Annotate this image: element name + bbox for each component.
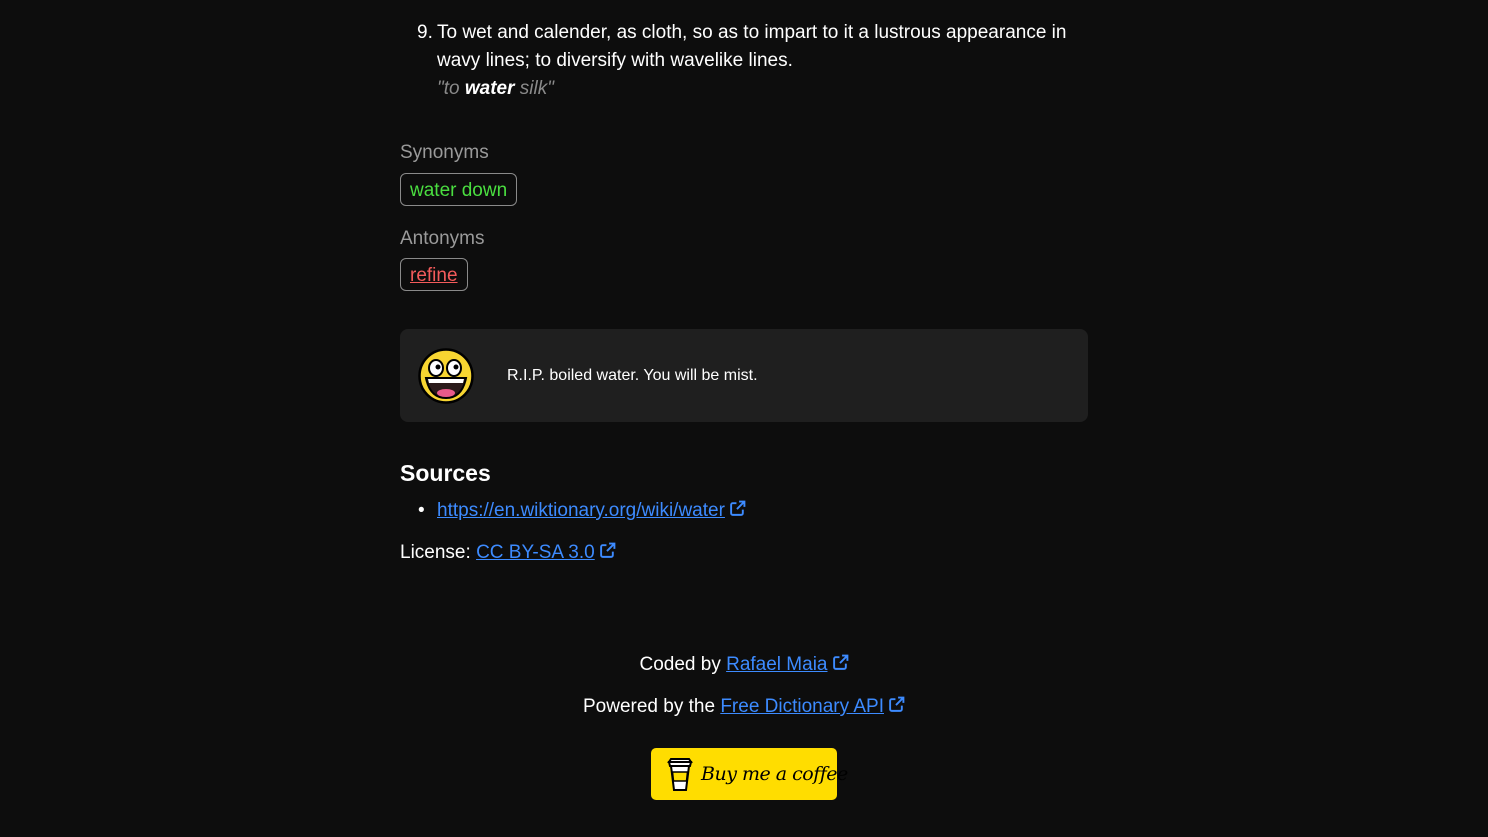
- definition-text: To wet and calender, as cloth, so as to …: [437, 22, 1067, 71]
- antonyms-label: Antonyms: [400, 228, 485, 249]
- license-link[interactable]: CC BY-SA 3.0: [476, 542, 595, 563]
- synonym-chip[interactable]: water down: [400, 173, 518, 206]
- external-link-icon: [889, 696, 905, 712]
- api-link[interactable]: Free Dictionary API: [720, 696, 884, 717]
- synonyms-label: Synonyms: [400, 142, 489, 163]
- source-link-item: https://en.wiktionary.org/wiki/water: [437, 500, 746, 522]
- external-link-icon: [832, 654, 848, 670]
- powered-by-prefix: Powered by the: [583, 696, 716, 717]
- buy-me-a-coffee-button[interactable]: Buy me a coffee: [651, 748, 848, 800]
- author-link[interactable]: Rafael Maia: [726, 654, 827, 675]
- list-bullet: •: [418, 500, 425, 521]
- coded-by-prefix: Coded by: [639, 654, 721, 675]
- external-link-icon: [599, 542, 616, 558]
- example-prefix: "to: [437, 78, 465, 99]
- coded-by-line: Coded by Rafael Maia: [0, 654, 1488, 676]
- definition-example: "to water silk": [437, 75, 554, 103]
- coffee-button-label: Buy me a coffee: [701, 763, 848, 785]
- example-word: water: [464, 78, 515, 99]
- license-line: License: CC BY-SA 3.0: [400, 542, 616, 564]
- powered-by-line: Powered by the Free Dictionary API: [0, 696, 1488, 718]
- license-label: License:: [400, 542, 471, 563]
- joke-text: R.I.P. boiled water. You will be mist.: [507, 367, 758, 384]
- awesome-face-icon: [418, 348, 474, 404]
- external-link-icon: [730, 500, 746, 516]
- source-link[interactable]: https://en.wiktionary.org/wiki/water: [437, 500, 725, 521]
- antonym-chip[interactable]: refine: [400, 258, 468, 291]
- sources-title: Sources: [400, 460, 491, 486]
- joke-card: R.I.P. boiled water. You will be mist.: [400, 329, 1088, 422]
- coffee-cup-icon: [667, 758, 693, 791]
- definition-number: 9.: [417, 22, 433, 43]
- example-suffix: silk": [514, 78, 554, 99]
